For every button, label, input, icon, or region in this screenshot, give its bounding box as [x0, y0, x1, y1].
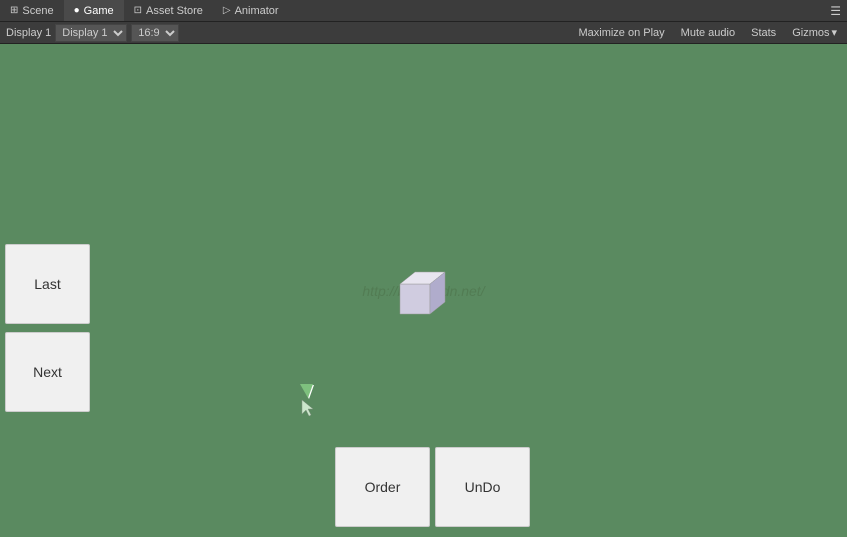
- tab-game[interactable]: ● Game: [64, 0, 124, 21]
- cube-svg: [390, 264, 450, 324]
- tab-game-label: Game: [84, 5, 114, 17]
- tab-scene-label: Scene: [22, 5, 53, 17]
- display-select[interactable]: Display 1: [55, 24, 127, 42]
- game-icon: ●: [74, 5, 80, 16]
- gizmos-button[interactable]: Gizmos ▾: [788, 25, 841, 40]
- stats-button[interactable]: Stats: [747, 26, 780, 40]
- mute-audio-button[interactable]: Mute audio: [677, 26, 739, 40]
- game-viewport: http://blog.csdn.net/ Last Next Order Un…: [0, 44, 847, 537]
- maximize-on-play-button[interactable]: Maximize on Play: [574, 26, 668, 40]
- gizmos-arrow-icon: ▾: [831, 26, 837, 39]
- display-label: Display 1: [6, 27, 51, 39]
- toolbar-left: Display 1 Display 1 16:9: [6, 24, 179, 42]
- gizmos-label: Gizmos: [792, 27, 829, 39]
- aspect-select[interactable]: 16:9: [131, 24, 179, 42]
- toolbar-right: Maximize on Play Mute audio Stats Gizmos…: [574, 25, 841, 40]
- order-button[interactable]: Order: [335, 447, 430, 527]
- tab-asset-store-label: Asset Store: [146, 5, 203, 17]
- undo-button[interactable]: UnDo: [435, 447, 530, 527]
- toolbar: Display 1 Display 1 16:9 Maximize on Pla…: [0, 22, 847, 44]
- cube-3d: [390, 264, 450, 324]
- animator-icon: ▷: [223, 5, 231, 16]
- tab-asset-store[interactable]: ⊡ Asset Store: [124, 0, 213, 21]
- tab-scene[interactable]: ⊞ Scene: [0, 0, 64, 21]
- tab-animator[interactable]: ▷ Animator: [213, 0, 289, 21]
- asset-store-icon: ⊡: [134, 5, 142, 16]
- tab-animator-label: Animator: [235, 5, 279, 17]
- scene-icon: ⊞: [10, 5, 18, 16]
- menu-icon[interactable]: ☰: [830, 4, 841, 18]
- tab-bar-right: ☰: [830, 4, 847, 18]
- next-button[interactable]: Next: [5, 332, 90, 412]
- tab-bar: ⊞ Scene ● Game ⊡ Asset Store ▷ Animator …: [0, 0, 847, 22]
- last-button[interactable]: Last: [5, 244, 90, 324]
